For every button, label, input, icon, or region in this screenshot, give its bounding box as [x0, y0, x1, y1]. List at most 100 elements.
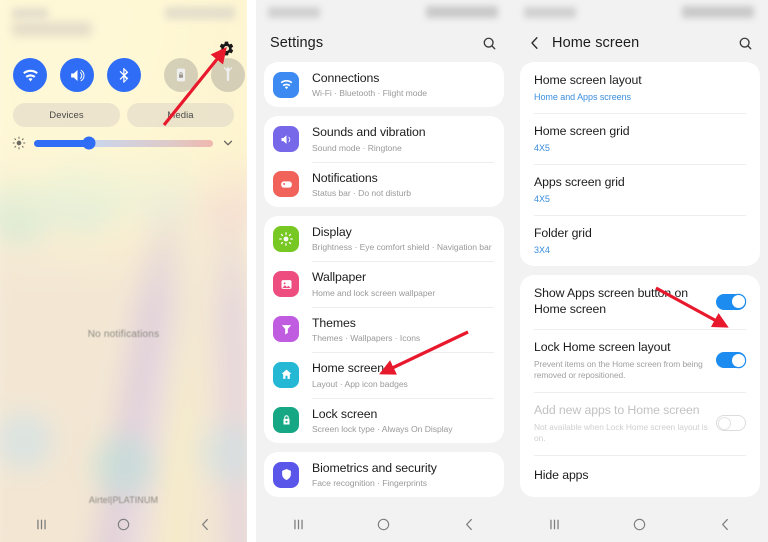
settings-item-title: Wallpaper [312, 270, 367, 285]
row-title: Hide apps [534, 467, 589, 482]
devices-chip[interactable]: Devices [13, 103, 120, 127]
navigation-bar [256, 506, 512, 542]
navigation-bar [0, 506, 247, 542]
settings-item-sounds-and-vibration[interactable]: Sounds and vibration Sound mode · Ringto… [264, 116, 504, 161]
media-chip[interactable]: Media [127, 103, 234, 127]
back-chevron-icon [465, 518, 472, 530]
settings-item-title: Sounds and vibration [312, 125, 426, 140]
status-bar [256, 0, 512, 24]
display-icon-badge [273, 225, 299, 252]
row-home-screen-layout[interactable]: Home screen layout Home and Apps screens [520, 62, 760, 113]
status-bar-icons-blurred [165, 7, 235, 19]
status-bar-icons-blurred [426, 6, 498, 18]
page-title: Settings [270, 35, 324, 51]
quick-settings-panel: Devices Media No notifications Airtel|PL… [0, 0, 247, 542]
recents-icon [294, 519, 303, 529]
quick-toggle-flashlight[interactable] [211, 58, 245, 92]
row-title: Home screen grid [534, 123, 630, 138]
settings-item-lock-screen[interactable]: Lock screen Screen lock type · Always On… [264, 397, 504, 443]
status-bar-carrier-blurred [12, 22, 92, 36]
sounds-icon-badge [273, 126, 299, 153]
settings-item-title: Display [312, 225, 352, 240]
settings-item-subtitle: Screen lock type · Always On Display [312, 423, 453, 434]
recents-button[interactable] [290, 516, 307, 533]
quick-settings-chips: Devices Media [0, 103, 247, 127]
settings-item-wallpaper[interactable]: Wallpaper Home and lock screen wallpaper [264, 261, 504, 306]
settings-item-display[interactable]: Display Brightness · Eye comfort shield … [264, 216, 504, 261]
chevron-down-icon[interactable] [221, 136, 235, 150]
recents-button[interactable] [546, 516, 563, 533]
home-screen-icon-badge [273, 361, 299, 388]
wifi-icon [280, 80, 292, 90]
settings-app-panel: Settings Connections Wi-Fi · Bluetooth ·… [256, 0, 512, 542]
flashlight-icon [223, 66, 233, 81]
settings-group-sound-notifications: Sounds and vibration Sound mode · Ringto… [264, 116, 504, 208]
rotation-lock-icon [176, 68, 186, 82]
quick-toggle-sound[interactable] [60, 58, 94, 92]
search-icon[interactable] [481, 35, 498, 52]
home-screen-header: Home screen [512, 24, 768, 62]
settings-item-connections[interactable]: Connections Wi-Fi · Bluetooth · Flight m… [264, 62, 504, 107]
screenshot-root: Devices Media No notifications Airtel|PL… [0, 0, 768, 542]
settings-item-title: Home screen [312, 361, 385, 376]
settings-item-notifications[interactable]: Notifications Status bar · Do not distur… [264, 161, 504, 207]
quick-toggle-bluetooth[interactable] [107, 58, 141, 92]
carrier-label: Airtel|PLATINUM [88, 495, 159, 505]
gear-icon[interactable] [218, 40, 235, 57]
biometrics-icon-badge [273, 461, 299, 488]
home-button[interactable] [115, 516, 132, 533]
toggle-add-new-apps-to-home-screen [716, 415, 746, 432]
quick-toggle-row [0, 58, 247, 92]
row-hide-apps[interactable]: Hide apps [520, 454, 760, 497]
settings-item-subtitle: Face recognition · Fingerprints [312, 478, 427, 489]
settings-item-title: Lock screen [312, 406, 378, 421]
row-value: 4X5 [534, 142, 550, 153]
volume-icon [70, 69, 85, 81]
settings-item-subtitle: Wi-Fi · Bluetooth · Flight mode [312, 88, 427, 99]
status-bar-icons-blurred [682, 6, 754, 18]
back-chevron-icon [202, 518, 209, 530]
settings-header: Settings [256, 24, 512, 62]
home-screen-settings-list[interactable]: Home screen layout Home and Apps screens… [512, 62, 768, 506]
settings-item-subtitle: Sound mode · Ringtone [312, 142, 402, 153]
toggle-lock-home-screen-layout[interactable] [716, 352, 746, 369]
row-home-screen-grid[interactable]: Home screen grid 4X5 [520, 112, 760, 164]
row-show-apps-screen-button[interactable]: Show Apps screen button on Home screen [520, 275, 760, 329]
row-lock-home-screen-layout[interactable]: Lock Home screen layout Prevent items on… [520, 328, 760, 392]
brightness-slider[interactable] [34, 136, 213, 150]
status-bar [0, 0, 247, 24]
back-button[interactable] [197, 516, 214, 533]
recents-button[interactable] [33, 516, 50, 533]
back-button[interactable] [717, 516, 734, 533]
notifications-icon-badge [273, 171, 299, 198]
quick-toggle-auto-rotate[interactable] [164, 58, 198, 92]
notification-icon [280, 181, 292, 188]
page-title: Home screen [552, 35, 640, 51]
toggle-thumb [731, 353, 745, 367]
home-button[interactable] [375, 516, 392, 533]
settings-item-subtitle: Home and lock screen wallpaper [312, 287, 436, 298]
home-button[interactable] [631, 516, 648, 533]
settings-item-subtitle: Layout · App icon badges [312, 378, 408, 389]
settings-group-connections: Connections Wi-Fi · Bluetooth · Flight m… [264, 62, 504, 108]
status-bar-time-blurred [524, 7, 576, 18]
settings-item-home-screen[interactable]: Home screen Layout · App icon badges [264, 352, 504, 397]
settings-list[interactable]: Connections Wi-Fi · Bluetooth · Flight m… [256, 62, 512, 506]
row-value: 4X5 [534, 193, 550, 204]
row-title: Folder grid [534, 225, 592, 240]
home-screen-settings-panel: Home screen Home screen layout Home and … [512, 0, 768, 542]
settings-item-title: Notifications [312, 170, 378, 185]
brightness-icon [12, 136, 26, 150]
brightness-slider-knob[interactable] [82, 136, 96, 150]
back-button[interactable] [461, 516, 478, 533]
back-chevron-icon[interactable] [526, 34, 544, 52]
search-icon[interactable] [737, 35, 754, 52]
settings-item-title: Connections [312, 71, 380, 85]
settings-item-biometrics-and-security[interactable]: Biometrics and security Face recognition… [264, 452, 504, 497]
toggle-show-apps-screen-button[interactable] [716, 293, 746, 310]
settings-item-themes[interactable]: Themes Themes · Wallpapers · Icons [264, 306, 504, 352]
row-apps-screen-grid[interactable]: Apps screen grid 4X5 [520, 163, 760, 215]
group-home-screen-toggles: Show Apps screen button on Home screen L… [520, 274, 760, 497]
quick-toggle-wifi[interactable] [13, 58, 47, 92]
row-folder-grid[interactable]: Folder grid 3X4 [520, 214, 760, 266]
